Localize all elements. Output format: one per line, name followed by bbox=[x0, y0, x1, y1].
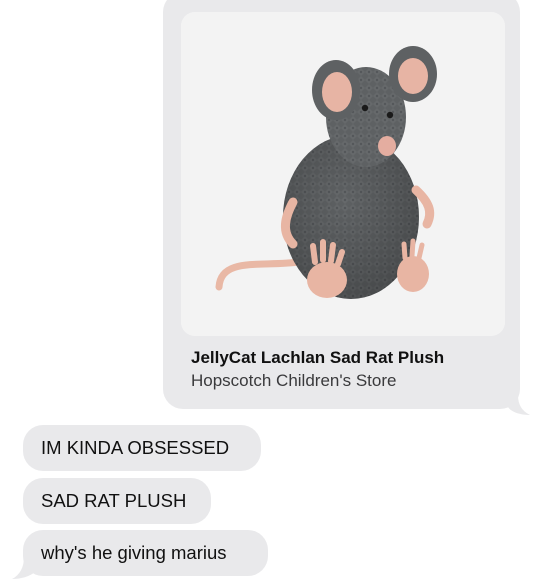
incoming-bubble-tail bbox=[12, 557, 36, 579]
incoming-message-bubble[interactable]: IM KINDA OBSESSED bbox=[23, 425, 261, 471]
outgoing-bubble-tail bbox=[508, 395, 530, 415]
link-preview-image[interactable] bbox=[181, 12, 505, 336]
message-text: why's he giving marius bbox=[41, 542, 227, 563]
incoming-message-bubble[interactable]: SAD RAT PLUSH bbox=[23, 478, 211, 524]
incoming-message-bubble[interactable]: why's he giving marius bbox=[23, 530, 268, 576]
rat-plush-image bbox=[181, 12, 505, 336]
link-preview-title: JellyCat Lachlan Sad Rat Plush bbox=[191, 348, 445, 367]
message-thread: JellyCat Lachlan Sad Rat Plush Hopscotch… bbox=[0, 0, 540, 582]
link-preview-source: Hopscotch Children's Store bbox=[191, 371, 397, 390]
message-text: SAD RAT PLUSH bbox=[41, 490, 187, 511]
link-preview-bubble[interactable]: JellyCat Lachlan Sad Rat Plush Hopscotch… bbox=[163, 0, 520, 409]
message-text: IM KINDA OBSESSED bbox=[41, 437, 230, 458]
